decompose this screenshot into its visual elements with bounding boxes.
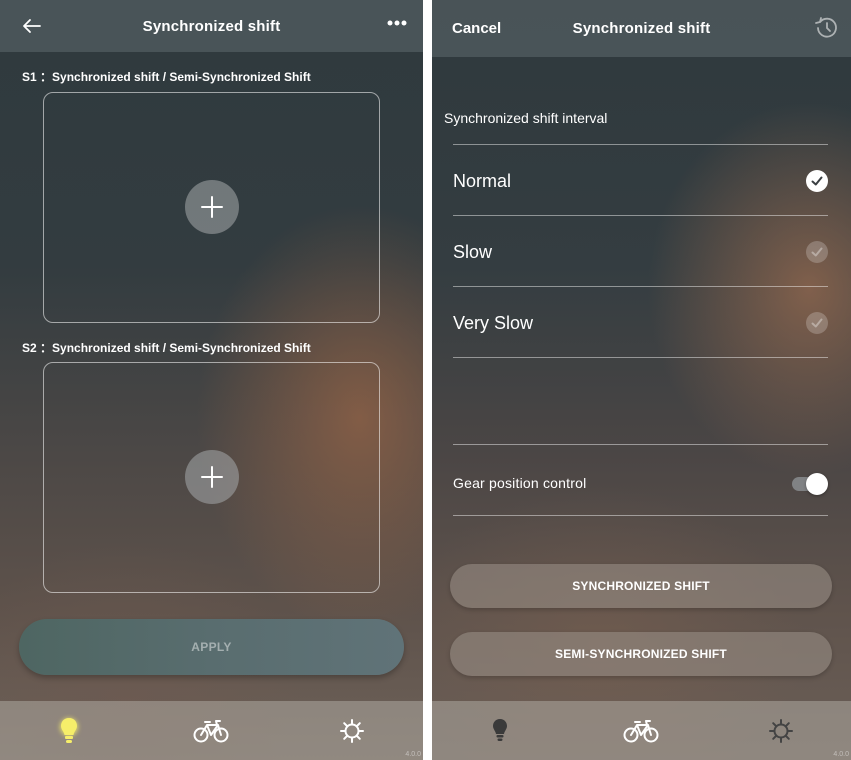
bulb-icon [60,718,78,743]
slot-s1-label: S1 ：Synchronized shift / Semi-Synchroniz… [22,70,311,84]
version-label: 4.0.0 [405,751,421,758]
slot-s1-box[interactable] [43,92,380,323]
apply-button[interactable]: APPLY [19,619,404,675]
interval-option-very-slow[interactable]: Very Slow [453,288,828,358]
plus-icon [201,466,223,488]
bicycle-icon [623,720,659,743]
more-options-icon[interactable] [384,14,410,32]
page-title: Synchronized shift [142,17,281,35]
divider [453,515,828,516]
slot-list-screen: Synchronized shift S1 ：Synchronized shif… [0,0,423,760]
nav-bicycle[interactable] [191,713,231,749]
option-label: Very Slow [453,312,534,333]
interval-option-normal[interactable]: Normal [453,146,828,216]
bottom-nav: 4.0.0 [0,701,423,760]
top-bar: Synchronized shift [0,0,423,52]
nav-tips[interactable] [480,713,520,749]
bulb-icon [493,719,507,741]
gear-position-control-label: Gear position control [453,474,587,491]
cancel-button[interactable]: Cancel [452,0,501,57]
gear-position-control-toggle[interactable] [792,472,828,495]
back-arrow-icon[interactable] [18,12,46,40]
option-label: Normal [453,170,512,191]
interval-section-label: Synchronized shift interval [444,110,608,126]
interval-option-slow[interactable]: Slow [453,217,828,287]
option-label: Slow [453,241,493,262]
nav-settings[interactable] [761,713,801,749]
divider [453,444,828,445]
divider [453,144,828,145]
bicycle-icon [193,720,229,743]
divider [453,215,828,216]
gear-icon [340,719,364,743]
slot-s2-label: S2 ：Synchronized shift / Semi-Synchroniz… [22,341,311,355]
nav-tips[interactable] [49,713,89,749]
checkmark-unselected-icon [806,241,828,263]
gear-position-control-row: Gear position control [453,455,828,510]
top-bar: Synchronized shift Cancel [432,0,851,57]
checkmark-unselected-icon [806,312,828,334]
shift-settings-screen: Synchronized shift Cancel Synchronized s… [432,0,851,760]
divider [453,286,828,287]
checkmark-selected-icon [806,170,828,192]
semi-synchronized-shift-button[interactable]: SEMI-SYNCHRONIZED SHIFT [450,632,832,676]
slot-s2-box[interactable] [43,362,380,593]
toggle-knob [806,472,828,495]
gear-icon [769,719,793,743]
bottom-nav: 4.0.0 [432,701,851,760]
add-slot-s1-button[interactable] [185,180,239,234]
reset-history-icon[interactable] [813,14,841,42]
nav-bicycle[interactable] [621,713,661,749]
add-slot-s2-button[interactable] [185,450,239,504]
synchronized-shift-button[interactable]: SYNCHRONIZED SHIFT [450,564,832,608]
divider [453,357,828,358]
version-label: 4.0.0 [833,751,849,758]
nav-settings[interactable] [332,713,372,749]
plus-icon [201,196,223,218]
